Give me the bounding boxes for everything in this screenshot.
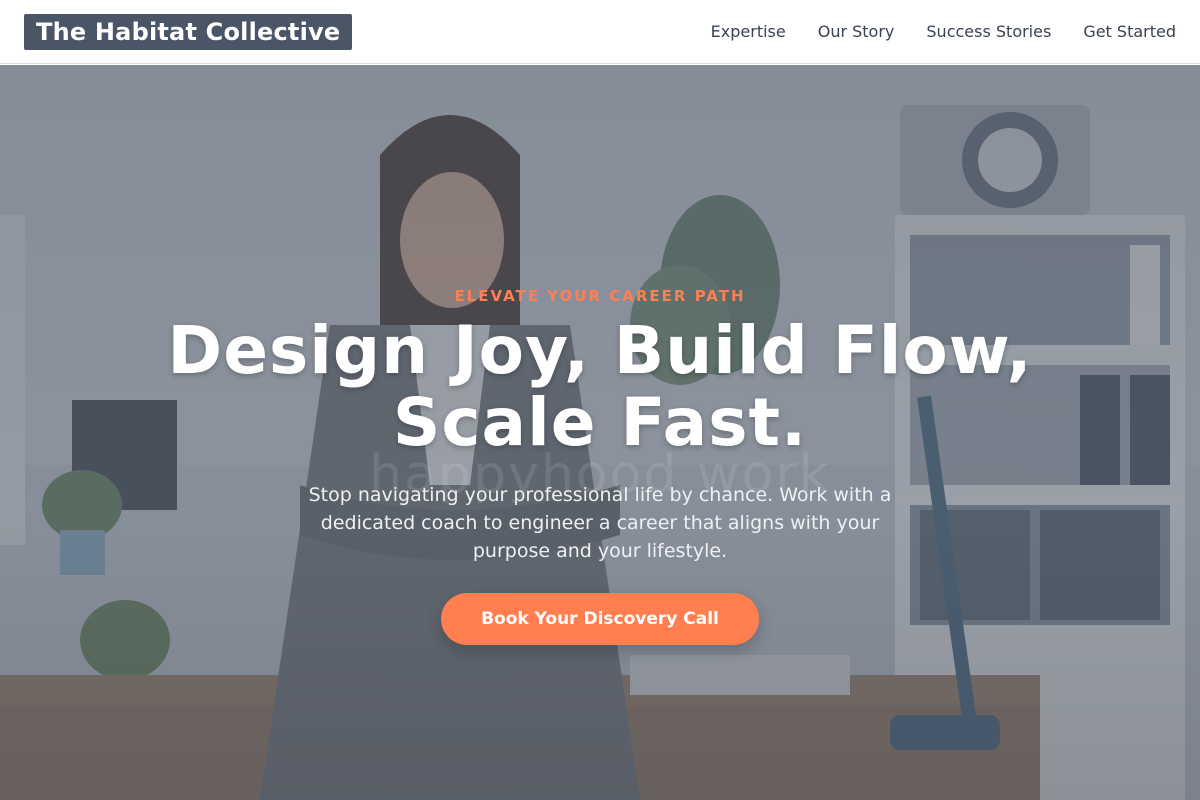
site-header: The Habitat Collective Expertise Our Sto… <box>0 0 1200 64</box>
hero-headline-line-1: Design Joy, Build Flow, <box>167 312 1033 389</box>
main-nav: Expertise Our Story Success Stories Get … <box>711 22 1176 41</box>
hero-subtext: Stop navigating your professional life b… <box>308 484 892 562</box>
nav-link-get-started[interactable]: Get Started <box>1083 22 1176 41</box>
nav-link-our-story[interactable]: Our Story <box>818 22 895 41</box>
hero-content: ELEVATE YOUR CAREER PATH Design Joy, Bui… <box>0 287 1200 645</box>
hero-section: happyhood work ELEVATE YOUR CAREER PATH … <box>0 65 1200 800</box>
book-discovery-call-button[interactable]: Book Your Discovery Call <box>441 593 759 645</box>
hero-headline-line-2: Scale Fast. <box>392 384 808 461</box>
hero-eyebrow: ELEVATE YOUR CAREER PATH <box>454 287 746 305</box>
nav-link-success-stories[interactable]: Success Stories <box>926 22 1051 41</box>
hero-headline: Design Joy, Build Flow, Scale Fast. <box>130 315 1070 459</box>
nav-link-expertise[interactable]: Expertise <box>711 22 786 41</box>
brand-logo[interactable]: The Habitat Collective <box>24 13 353 50</box>
